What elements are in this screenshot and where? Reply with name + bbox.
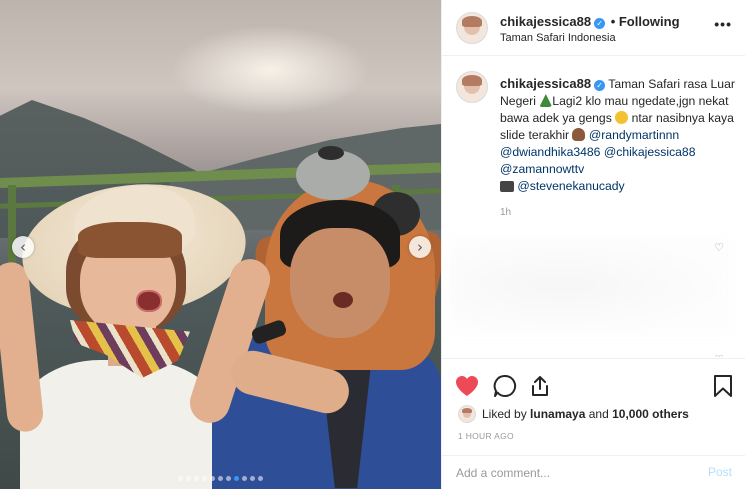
carousel-dot bbox=[234, 476, 239, 481]
dog-plush-ear bbox=[318, 146, 344, 160]
carousel-dot bbox=[218, 476, 223, 481]
carousel-dot bbox=[258, 476, 263, 481]
share-icon bbox=[532, 376, 548, 396]
heart-filled-icon bbox=[456, 376, 478, 396]
previous-slide-button[interactable]: ‹ bbox=[12, 236, 34, 258]
carousel-dot bbox=[250, 476, 255, 481]
carousel-dot bbox=[178, 476, 183, 481]
more-options-icon[interactable]: ••• bbox=[714, 16, 732, 32]
chevron-left-icon: ‹ bbox=[20, 238, 26, 256]
carousel-dot bbox=[186, 476, 191, 481]
mention-link[interactable]: @dwiandhika3486 bbox=[500, 145, 600, 159]
comment-like-icon[interactable]: ♡ bbox=[714, 353, 724, 357]
like-button[interactable] bbox=[454, 373, 480, 399]
carousel-indicator bbox=[178, 476, 263, 481]
comment-input[interactable] bbox=[456, 464, 686, 482]
carousel-dot bbox=[226, 476, 231, 481]
mention-link[interactable]: @zamannowttv bbox=[500, 162, 584, 176]
bookmark-icon bbox=[714, 375, 732, 397]
likes-prefix: Liked by bbox=[482, 407, 531, 421]
woman-bangs bbox=[78, 222, 182, 258]
caption: chikajessica88 ✓ Taman Safari rasa Luar N… bbox=[500, 75, 736, 195]
avatar[interactable] bbox=[456, 71, 488, 103]
chevron-right-icon: › bbox=[417, 238, 423, 256]
mention-link[interactable]: @chikajessica88 bbox=[604, 145, 696, 159]
header-line: chikajessica88 ✓ • Following bbox=[500, 14, 680, 29]
comment-button[interactable] bbox=[492, 373, 518, 399]
monkey-emoji-icon bbox=[572, 128, 586, 141]
tree-emoji-icon bbox=[539, 94, 553, 107]
man-face bbox=[290, 228, 390, 338]
avatar[interactable] bbox=[456, 12, 488, 44]
carousel-dot bbox=[194, 476, 199, 481]
username-link[interactable]: chikajessica88 bbox=[500, 14, 591, 29]
post-header: chikajessica88 ✓ • Following Taman Safari… bbox=[442, 0, 745, 56]
likes-summary: Liked by lunamaya and 10,000 others bbox=[482, 407, 689, 421]
next-slide-button[interactable]: › bbox=[409, 236, 431, 258]
caption-username-link[interactable]: chikajessica88 bbox=[500, 76, 591, 91]
woman-mouth bbox=[136, 290, 162, 312]
comments-area: chikajessica88 ✓ Taman Safari rasa Luar N… bbox=[442, 57, 745, 357]
verified-badge-icon: ✓ bbox=[594, 80, 606, 91]
woman-body bbox=[20, 360, 220, 489]
post-timestamp[interactable]: 1 HOUR AGO bbox=[458, 431, 514, 441]
save-button[interactable] bbox=[710, 373, 736, 399]
caption-timestamp[interactable]: 1h bbox=[500, 207, 511, 218]
carousel-dot bbox=[210, 476, 215, 481]
post-photo[interactable]: ‹ › bbox=[0, 0, 441, 489]
comment-like-icon[interactable]: ♡ bbox=[714, 241, 724, 254]
laughing-emoji-icon bbox=[615, 111, 629, 124]
post-comment-button[interactable]: Post bbox=[708, 465, 732, 479]
comment-bar: Post bbox=[442, 455, 745, 489]
verified-badge-icon: ✓ bbox=[594, 18, 606, 29]
carousel-dot bbox=[202, 476, 207, 481]
sky bbox=[170, 25, 370, 115]
share-button[interactable] bbox=[527, 373, 553, 399]
location-link[interactable]: Taman Safari Indonesia bbox=[500, 32, 616, 44]
likes-and: and bbox=[585, 407, 613, 421]
liker-username-link[interactable]: lunamaya bbox=[530, 407, 585, 421]
comment-placeholder bbox=[450, 235, 730, 335]
mention-link[interactable]: @randymartinnn bbox=[589, 128, 679, 142]
following-button[interactable]: • Following bbox=[611, 14, 680, 29]
likes-count-link[interactable]: 10,000 others bbox=[612, 407, 689, 421]
comment-icon bbox=[493, 374, 517, 397]
carousel-dot bbox=[242, 476, 247, 481]
mention-link[interactable]: @stevenekanucady bbox=[517, 179, 624, 193]
liker-avatar[interactable] bbox=[458, 405, 476, 423]
man-mouth bbox=[333, 292, 353, 308]
camera-emoji-icon bbox=[500, 181, 514, 192]
post-details-panel: chikajessica88 ✓ • Following Taman Safari… bbox=[441, 0, 745, 489]
post-actions: Liked by lunamaya and 10,000 others 1 HO… bbox=[442, 358, 745, 489]
